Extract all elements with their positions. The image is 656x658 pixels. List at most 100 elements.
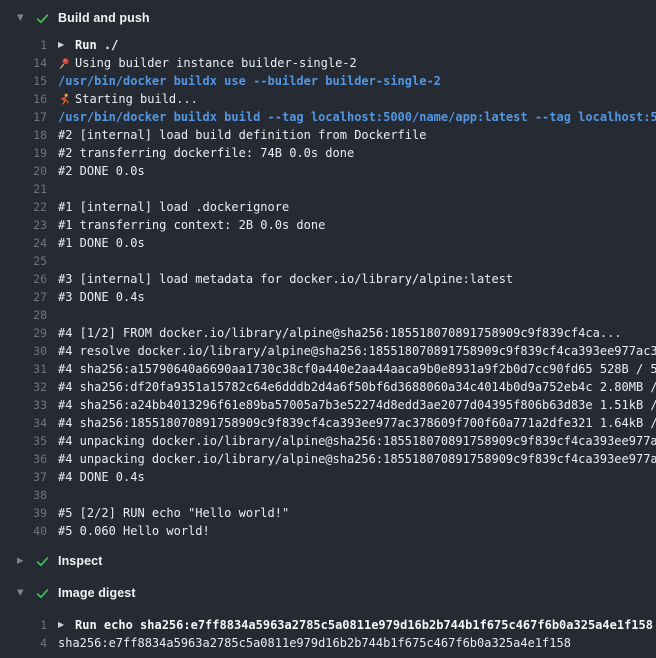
- log-line: 28: [0, 306, 656, 324]
- log-line: 31 #4 sha256:a15790640a6690aa1730c38cf0a4…: [0, 360, 656, 378]
- section-header-image-digest[interactable]: ▼ Image digest: [0, 577, 656, 609]
- line-number[interactable]: 4: [0, 636, 47, 650]
- line-text: Using builder instance builder-single-2: [75, 56, 357, 70]
- line-number[interactable]: 39: [0, 506, 47, 520]
- log-line: 34 #4 sha256:185518070891758909c9f839cf4c…: [0, 414, 656, 432]
- line-text: #4 sha256:185518070891758909c9f839cf4ca3…: [58, 416, 656, 430]
- log-line: 36 #4 unpacking docker.io/library/alpine@…: [0, 450, 656, 468]
- line-content: #5 [2/2] RUN echo "Hello world!": [58, 506, 656, 520]
- log-line: 1 ▶Run echo sha256:e7ff8834a5963a2785c5a0…: [0, 616, 656, 634]
- line-content: #3 DONE 0.4s: [58, 290, 656, 304]
- line-content: #4 unpacking docker.io/library/alpine@sh…: [58, 452, 656, 466]
- line-number[interactable]: 1: [0, 618, 47, 632]
- line-content: ▶ Run ./: [58, 38, 656, 52]
- line-number[interactable]: 16: [0, 92, 47, 106]
- line-content: #4 sha256:a15790640a6690aa1730c38cf0a440…: [58, 362, 656, 376]
- log-line: 1 ▶ Run ./: [0, 36, 656, 54]
- log-line: 32 #4 sha256:df20fa9351a15782c64e6dddb2d4…: [0, 378, 656, 396]
- line-content: #4 unpacking docker.io/library/alpine@sh…: [58, 434, 656, 448]
- line-number[interactable]: 32: [0, 380, 47, 394]
- line-number[interactable]: 35: [0, 434, 47, 448]
- section-header-build-and-push[interactable]: ▼Build and push: [0, 0, 656, 36]
- line-number[interactable]: 20: [0, 164, 47, 178]
- log-line: 22 #1 [internal] load .dockerignore: [0, 198, 656, 216]
- line-content: /usr/bin/docker buildx use --builder bui…: [58, 74, 656, 88]
- line-text: #4 DONE 0.4s: [58, 470, 145, 484]
- line-number[interactable]: 27: [0, 290, 47, 304]
- line-number[interactable]: 17: [0, 110, 47, 124]
- line-text: #4 sha256:df20fa9351a15782c64e6dddb2d4a6…: [58, 380, 656, 394]
- line-number[interactable]: 22: [0, 200, 47, 214]
- log-line: 20 #2 DONE 0.0s: [0, 162, 656, 180]
- log-line: 35 #4 unpacking docker.io/library/alpine@…: [0, 432, 656, 450]
- line-number[interactable]: 40: [0, 524, 47, 538]
- line-number[interactable]: 18: [0, 128, 47, 142]
- line-text: #4 sha256:a15790640a6690aa1730c38cf0a440…: [58, 362, 656, 376]
- line-content: #1 [internal] load .dockerignore: [58, 200, 656, 214]
- chevron-down-icon[interactable]: ▼: [17, 589, 29, 598]
- line-number[interactable]: 37: [0, 470, 47, 484]
- line-content: #5 0.060 Hello world!: [58, 524, 656, 538]
- log-line: 18 #2 [internal] load build definition fr…: [0, 126, 656, 144]
- line-number[interactable]: 15: [0, 74, 47, 88]
- line-text: #2 [internal] load build definition from…: [58, 128, 426, 142]
- line-content: #4 sha256:185518070891758909c9f839cf4ca3…: [58, 416, 656, 430]
- section-title: Image digest: [58, 586, 136, 600]
- line-text: Starting build...: [75, 92, 198, 106]
- line-text: #4 [1/2] FROM docker.io/library/alpine@s…: [58, 326, 622, 340]
- log-line: 27 #3 DONE 0.4s: [0, 288, 656, 306]
- play-icon[interactable]: ▶: [58, 621, 75, 629]
- line-text: #3 DONE 0.4s: [58, 290, 145, 304]
- line-content: #4 sha256:df20fa9351a15782c64e6dddb2d4a6…: [58, 380, 656, 394]
- line-text: sha256:e7ff8834a5963a2785c5a0811e979d16b…: [58, 636, 571, 650]
- line-number[interactable]: 30: [0, 344, 47, 358]
- line-number[interactable]: 23: [0, 218, 47, 232]
- line-number[interactable]: 28: [0, 308, 47, 322]
- line-number[interactable]: 29: [0, 326, 47, 340]
- line-text: #4 sha256:a24bb4013296f61e89ba57005a7b3e…: [58, 398, 656, 412]
- line-content: Using builder instance builder-single-2: [58, 56, 656, 70]
- play-icon[interactable]: ▶: [58, 41, 64, 49]
- line-number[interactable]: 24: [0, 236, 47, 250]
- line-content: Starting build...: [58, 92, 656, 106]
- check-icon: [34, 10, 50, 26]
- line-number[interactable]: 19: [0, 146, 47, 160]
- runner-icon: [58, 93, 75, 105]
- line-number[interactable]: 14: [0, 56, 47, 70]
- line-text: #1 transferring context: 2B 0.0s done: [58, 218, 325, 232]
- line-number[interactable]: 1: [0, 38, 47, 52]
- log-line: 17/usr/bin/docker buildx build --tag loc…: [0, 108, 656, 126]
- line-number[interactable]: 25: [0, 254, 47, 268]
- line-text: #2 transferring dockerfile: 74B 0.0s don…: [58, 146, 354, 160]
- line-text: #3 [internal] load metadata for docker.i…: [58, 272, 513, 286]
- log-line: 24#1 DONE 0.0s: [0, 234, 656, 252]
- chevron-right-icon[interactable]: ▶: [17, 557, 29, 566]
- line-text: #2 DONE 0.0s: [58, 164, 145, 178]
- line-content: #2 DONE 0.0s: [58, 164, 656, 178]
- section-header-inspect[interactable]: ▶ Inspect: [0, 545, 656, 577]
- line-content: ▶Run echo sha256:e7ff8834a5963a2785c5a08…: [58, 618, 656, 632]
- pushpin-icon: [58, 57, 75, 69]
- section-title: Inspect: [58, 554, 102, 568]
- line-text: #4 unpacking docker.io/library/alpine@sh…: [58, 452, 656, 466]
- section-log-lines: 1 ▶Run echo sha256:e7ff8834a5963a2785c5a0…: [0, 616, 656, 652]
- chevron-down-icon[interactable]: ▼: [17, 14, 29, 23]
- play-icon[interactable]: ▶: [58, 621, 64, 629]
- check-icon: [34, 553, 50, 569]
- line-number[interactable]: 34: [0, 416, 47, 430]
- line-text: Run ./: [75, 38, 118, 52]
- line-number[interactable]: 31: [0, 362, 47, 376]
- line-number[interactable]: 21: [0, 182, 47, 196]
- actions-log-viewer: ▼Build and push1▶Run ./14Using builder i…: [0, 0, 656, 658]
- line-number[interactable]: 36: [0, 452, 47, 466]
- section-log-lines: 1 ▶ Run ./ 14 Using builder instance builder…: [0, 36, 656, 540]
- play-icon[interactable]: ▶: [58, 41, 75, 49]
- line-number[interactable]: 38: [0, 488, 47, 502]
- log-line: 21: [0, 180, 656, 198]
- log-line: 33 #4 sha256:a24bb4013296f61e89ba57005a7b…: [0, 396, 656, 414]
- log-line: 23 #1 transferring context: 2B 0.0s done: [0, 216, 656, 234]
- line-number[interactable]: 33: [0, 398, 47, 412]
- log-line: 14 Using builder instance builder-single-…: [0, 54, 656, 72]
- line-number[interactable]: 26: [0, 272, 47, 286]
- log-line: 26 #3 [internal] load metadata for docker…: [0, 270, 656, 288]
